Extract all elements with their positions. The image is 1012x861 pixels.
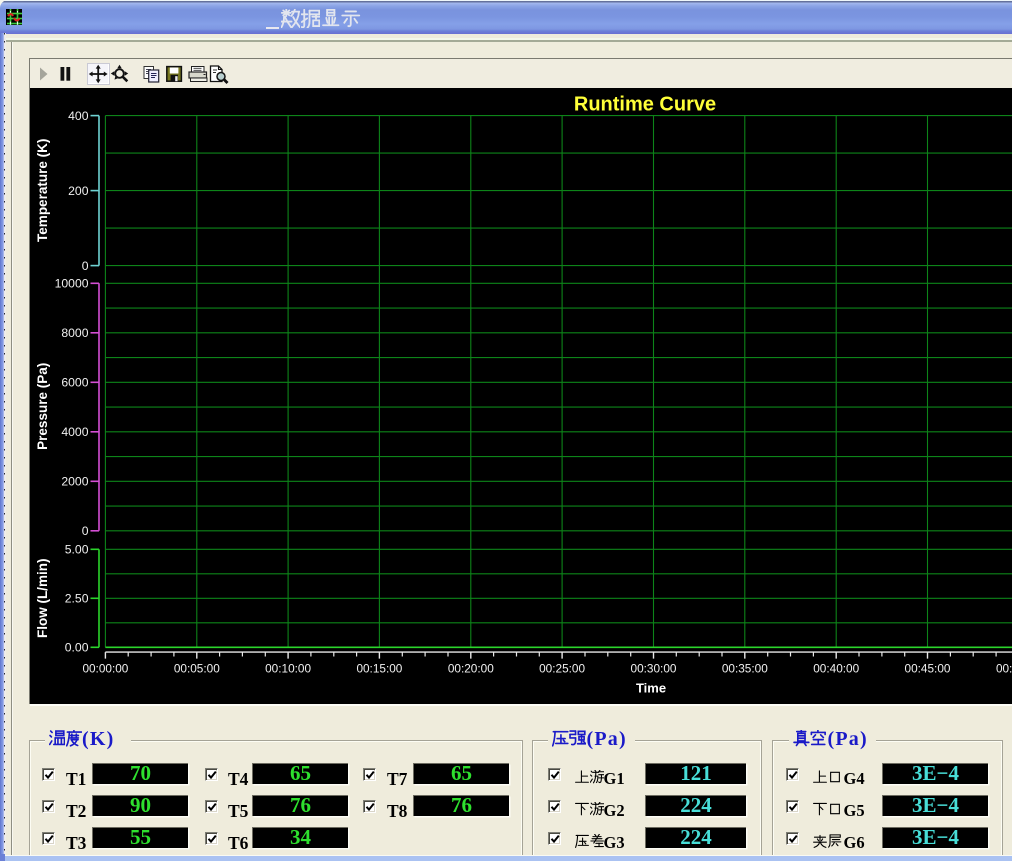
svg-text:Flow (L/min): Flow (L/min) [35,558,50,637]
svg-text:0: 0 [82,258,89,272]
svg-text:00:10:00: 00:10:00 [265,661,311,675]
svg-text:00:35:00: 00:35:00 [722,661,768,675]
svg-text:5.00: 5.00 [65,542,89,556]
svg-text:Time: Time [636,680,666,695]
svg-text:00:15:00: 00:15:00 [356,661,402,675]
svg-text:400: 400 [68,108,89,122]
svg-text:10000: 10000 [55,276,89,290]
svg-text:2000: 2000 [61,474,88,488]
svg-text:00:20:00: 00:20:00 [448,661,494,675]
svg-text:00:45:00: 00:45:00 [905,661,951,675]
svg-text:00:50:00: 00:50:00 [996,661,1012,675]
svg-text:4000: 4000 [61,425,88,439]
svg-text:Temperature (K): Temperature (K) [35,138,50,241]
svg-text:6000: 6000 [61,375,88,389]
svg-text:00:05:00: 00:05:00 [174,661,220,675]
svg-text:0: 0 [82,524,89,538]
svg-text:200: 200 [68,183,89,197]
svg-text:00:00:00: 00:00:00 [82,661,128,675]
svg-text:00:40:00: 00:40:00 [813,661,859,675]
svg-text:00:30:00: 00:30:00 [631,661,677,675]
svg-text:00:25:00: 00:25:00 [539,661,585,675]
svg-text:Runtime Curve: Runtime Curve [574,93,716,115]
svg-text:0.00: 0.00 [65,640,89,654]
svg-text:2.50: 2.50 [65,591,89,605]
svg-text:Pressure (Pa): Pressure (Pa) [35,362,50,449]
svg-text:8000: 8000 [61,326,88,340]
